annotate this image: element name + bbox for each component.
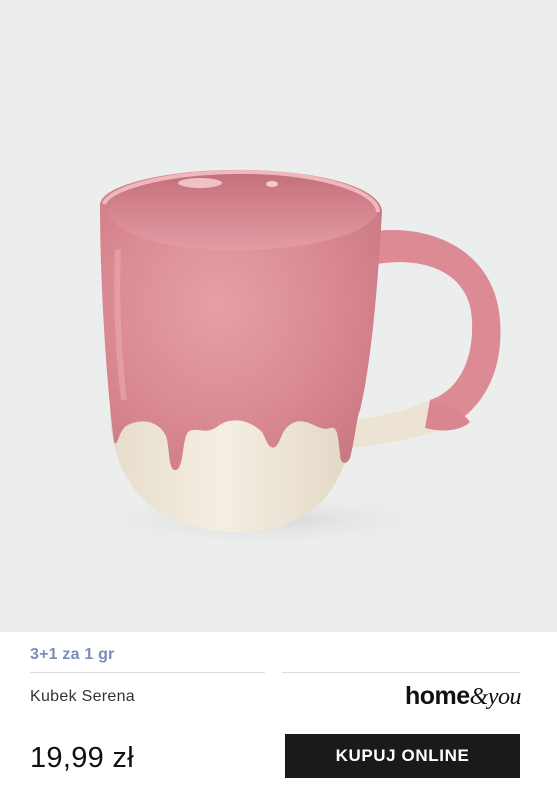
divider-left <box>30 672 265 673</box>
buy-online-button[interactable]: KUPUJ ONLINE <box>285 734 520 778</box>
mug-image <box>75 169 501 548</box>
brand-logo: home&you <box>404 682 522 711</box>
product-price: 19,99 zł <box>30 742 134 774</box>
product-info-panel: 3+1 za 1 gr Kubek Serena home&you 19,99 … <box>0 632 557 800</box>
brand-logo-home: home <box>404 682 470 710</box>
product-name: Kubek Serena <box>30 688 136 705</box>
divider-right <box>282 672 520 673</box>
product-image[interactable] <box>0 0 557 632</box>
brand-logo-you: &you <box>469 684 522 710</box>
promo-label[interactable]: 3+1 za 1 gr <box>30 646 114 664</box>
